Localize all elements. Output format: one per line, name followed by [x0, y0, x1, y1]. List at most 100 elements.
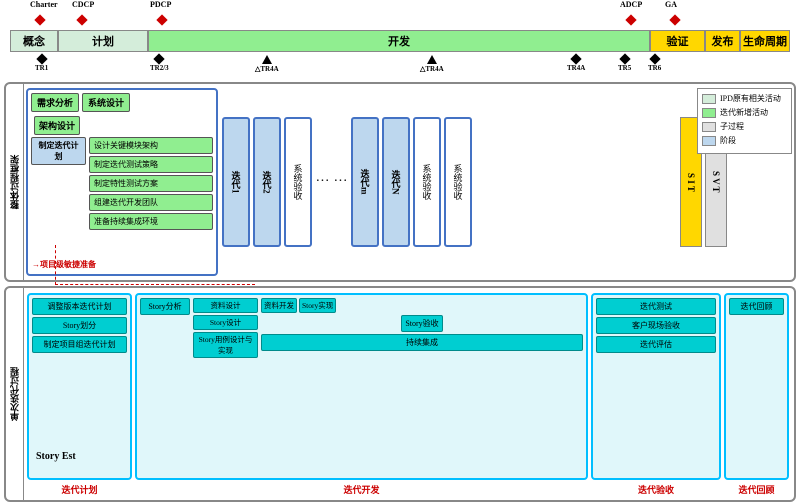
sys-yangshou-3-label: 系统验收 — [452, 164, 465, 200]
kaifa-task-story-design: Story设计 — [193, 315, 258, 330]
legend-color-stage — [702, 136, 716, 146]
legend-label-stage: 阶段 — [720, 135, 736, 146]
story-yangshou-row: Story验收 — [261, 315, 583, 332]
legend-color-sub — [702, 122, 716, 132]
kaifa-section: Story分析 资料设计 Story设计 Story用例设计与实现 资料开发 — [135, 293, 588, 480]
chixu-jicheng-tag: 持续集成 — [261, 334, 583, 351]
sys-yangshou-1-label: 系统验收 — [292, 164, 305, 200]
tr4-marker: TR4A — [567, 55, 585, 72]
legend-color-iter — [702, 108, 716, 118]
phases-row: 概念 计划 开发 验证 发布 生命周期 — [10, 30, 790, 52]
phase-yanzheng: 验证 — [650, 30, 705, 52]
ga-label: GA — [665, 0, 677, 9]
jihua-task-1: 调整版本迭代计划 — [32, 298, 127, 315]
iter-col-m: 迭代m — [351, 117, 379, 247]
jihua-blabel-text: 迭代计划 — [61, 485, 97, 495]
kaifa-dev-top: 资料开发 Story实现 — [261, 298, 583, 313]
analysis-top-row: 需求分析 系统设计 — [28, 90, 216, 114]
kaifa-design-col: 资料设计 Story设计 Story用例设计与实现 — [193, 298, 258, 475]
phase-kaifa: 开发 — [148, 30, 650, 52]
legend-item-iter: 迭代新增活动 — [702, 107, 787, 118]
bottom-area: 单次迭代过程 调整版本迭代计划 Story划分 制定项目组迭代计划 Story分… — [4, 286, 796, 502]
main-container: Charter CDCP PDCP ADCP GA 概念 计划 开发 验证 发布 — [0, 0, 800, 504]
legend-label-ipd: IPD原有相关活动 — [720, 93, 781, 104]
phase-shengming: 生命周期 — [740, 30, 790, 52]
yangshou-task-1: 迭代测试 — [596, 298, 716, 315]
dandai-side: 单次迭代过程 — [6, 288, 24, 500]
pdcp-diamond — [156, 14, 167, 25]
yangshou-blabel: 迭代验收 — [591, 483, 721, 496]
bottom-labels-row: 迭代计划 迭代开发 迭代验收 迭代回顾 — [27, 483, 789, 496]
step-5: 准备持续集成环境 — [89, 213, 213, 230]
jiagou-tag: 架构设计 — [34, 116, 80, 135]
story-analysis-col: Story分析 — [140, 298, 190, 475]
step-4: 组建迭代开发团队 — [89, 194, 213, 211]
jihua-blabel: 迭代计划 — [27, 483, 132, 496]
kaifa-task-zl: 资料设计 — [193, 298, 258, 313]
step-2: 制定迭代测试策略 — [89, 156, 213, 173]
dots-2: ··· — [333, 117, 348, 247]
tr23-marker: TR2/3 — [150, 55, 169, 72]
iter-col-n: 迭代N — [382, 117, 410, 247]
yangshou-blabel-text: 迭代验收 — [638, 485, 674, 495]
yangshou-col: 迭代测试 客户现场验收 迭代评估 — [596, 298, 716, 475]
bottom-content: 调整版本迭代计划 Story划分 制定项目组迭代计划 Story分析 资料设计 — [24, 290, 792, 498]
legend-label-iter: 迭代新增活动 — [720, 107, 768, 118]
jihua-task-2: Story划分 — [32, 317, 127, 334]
jiagou-row: 架构设计 — [31, 116, 213, 135]
huigu-task: 迭代回顾 — [729, 298, 784, 315]
tr4a1-marker: △TR4A — [255, 55, 279, 73]
kaifa-task-zldev: 资料开发 — [261, 298, 297, 313]
huigu-section: 迭代回顾 — [724, 293, 789, 480]
inner-flex: 制定迭代计划 设计关键模块架构 制定迭代测试策略 制定特性测试方案 组建迭代开发… — [31, 137, 213, 230]
adcp-diamond — [625, 14, 636, 25]
tr-row: TR1 TR2/3 △TR4A △TR4A TR4A TR5 — [10, 55, 790, 71]
sys-yangshou-3: 系统验收 — [444, 117, 472, 247]
legend-item-sub: 子过程 — [702, 121, 787, 132]
iter-col-2: 迭代2 — [253, 117, 281, 247]
kaifa-task-yongli: Story用例设计与实现 — [193, 332, 258, 358]
tr6-marker: TR6 — [648, 55, 661, 72]
legend-box: IPD原有相关活动 迭代新增活动 子过程 阶段 — [697, 88, 792, 154]
sys-yangshou-2: 系统验收 — [413, 117, 441, 247]
step-3: 制定特性测试方案 — [89, 175, 213, 192]
kaifa-inner: Story分析 资料设计 Story设计 Story用例设计与实现 资料开发 — [140, 298, 583, 475]
yangshou-inner: 迭代测试 客户现场验收 迭代评估 — [596, 298, 716, 475]
pdcp-label: PDCP — [150, 0, 171, 9]
yangshou-task-3: 迭代评估 — [596, 336, 716, 353]
legend-item-stage: 阶段 — [702, 135, 787, 146]
xtsjj-tag: 系统设计 — [82, 93, 130, 112]
cdcp-diamond — [76, 14, 87, 25]
iter-col-1: 迭代1 — [222, 117, 250, 247]
legend-color-ipd — [702, 94, 716, 104]
tr4a2-marker: △TR4A — [420, 55, 444, 73]
story-yangshou-tag: Story验收 — [401, 315, 442, 332]
huigu-blabel: 迭代回顾 — [724, 483, 789, 496]
yangshou-task-2: 客户现场验收 — [596, 317, 716, 334]
kaifa-blabel-text: 迭代开发 — [343, 485, 379, 495]
phase-bar: Charter CDCP PDCP ADCP GA 概念 计划 开发 验证 发布 — [0, 0, 800, 85]
adcp-label: ADCP — [620, 0, 642, 9]
kaifa-dev-col: 资料开发 Story实现 Story验收 持续集成 — [261, 298, 583, 475]
zhengti-side: 整体过程框架 — [6, 84, 24, 280]
left-mini: 制定迭代计划 — [31, 137, 86, 230]
iter-columns-area: 迭代1 迭代2 系统验收 ··· ··· 迭代m 迭代N 系统验收 — [222, 103, 675, 261]
zhengti-label: 整体过程框架 — [8, 155, 21, 209]
jihua-task-3: 制定项目组迭代计划 — [32, 336, 127, 353]
story-est-area: Story Est — [36, 451, 76, 462]
tr5-marker: TR5 — [618, 55, 631, 72]
xqfx-tag: 需求分析 — [31, 93, 79, 112]
step-1: 设计关键模块架构 — [89, 137, 213, 154]
dandai-label: 单次迭代过程 — [8, 367, 21, 421]
legend-item-ipd: IPD原有相关活动 — [702, 93, 787, 104]
kaifa-task-storyimpl: Story实现 — [299, 298, 336, 313]
bottom-sections: 调整版本迭代计划 Story划分 制定项目组迭代计划 Story分析 资料设计 — [24, 290, 792, 498]
dashed-arrow-1 — [55, 245, 255, 285]
sys-yangshou-1: 系统验收 — [284, 117, 312, 247]
tr1-marker: TR1 — [35, 55, 48, 72]
charter-diamond — [34, 14, 45, 25]
story-est-label: Story Est — [36, 451, 76, 462]
ga-diamond — [669, 14, 680, 25]
right-steps: 设计关键模块架构 制定迭代测试策略 制定特性测试方案 组建迭代开发团队 准备持续… — [89, 137, 213, 230]
yangshou-section: 迭代测试 客户现场验收 迭代评估 — [591, 293, 721, 480]
